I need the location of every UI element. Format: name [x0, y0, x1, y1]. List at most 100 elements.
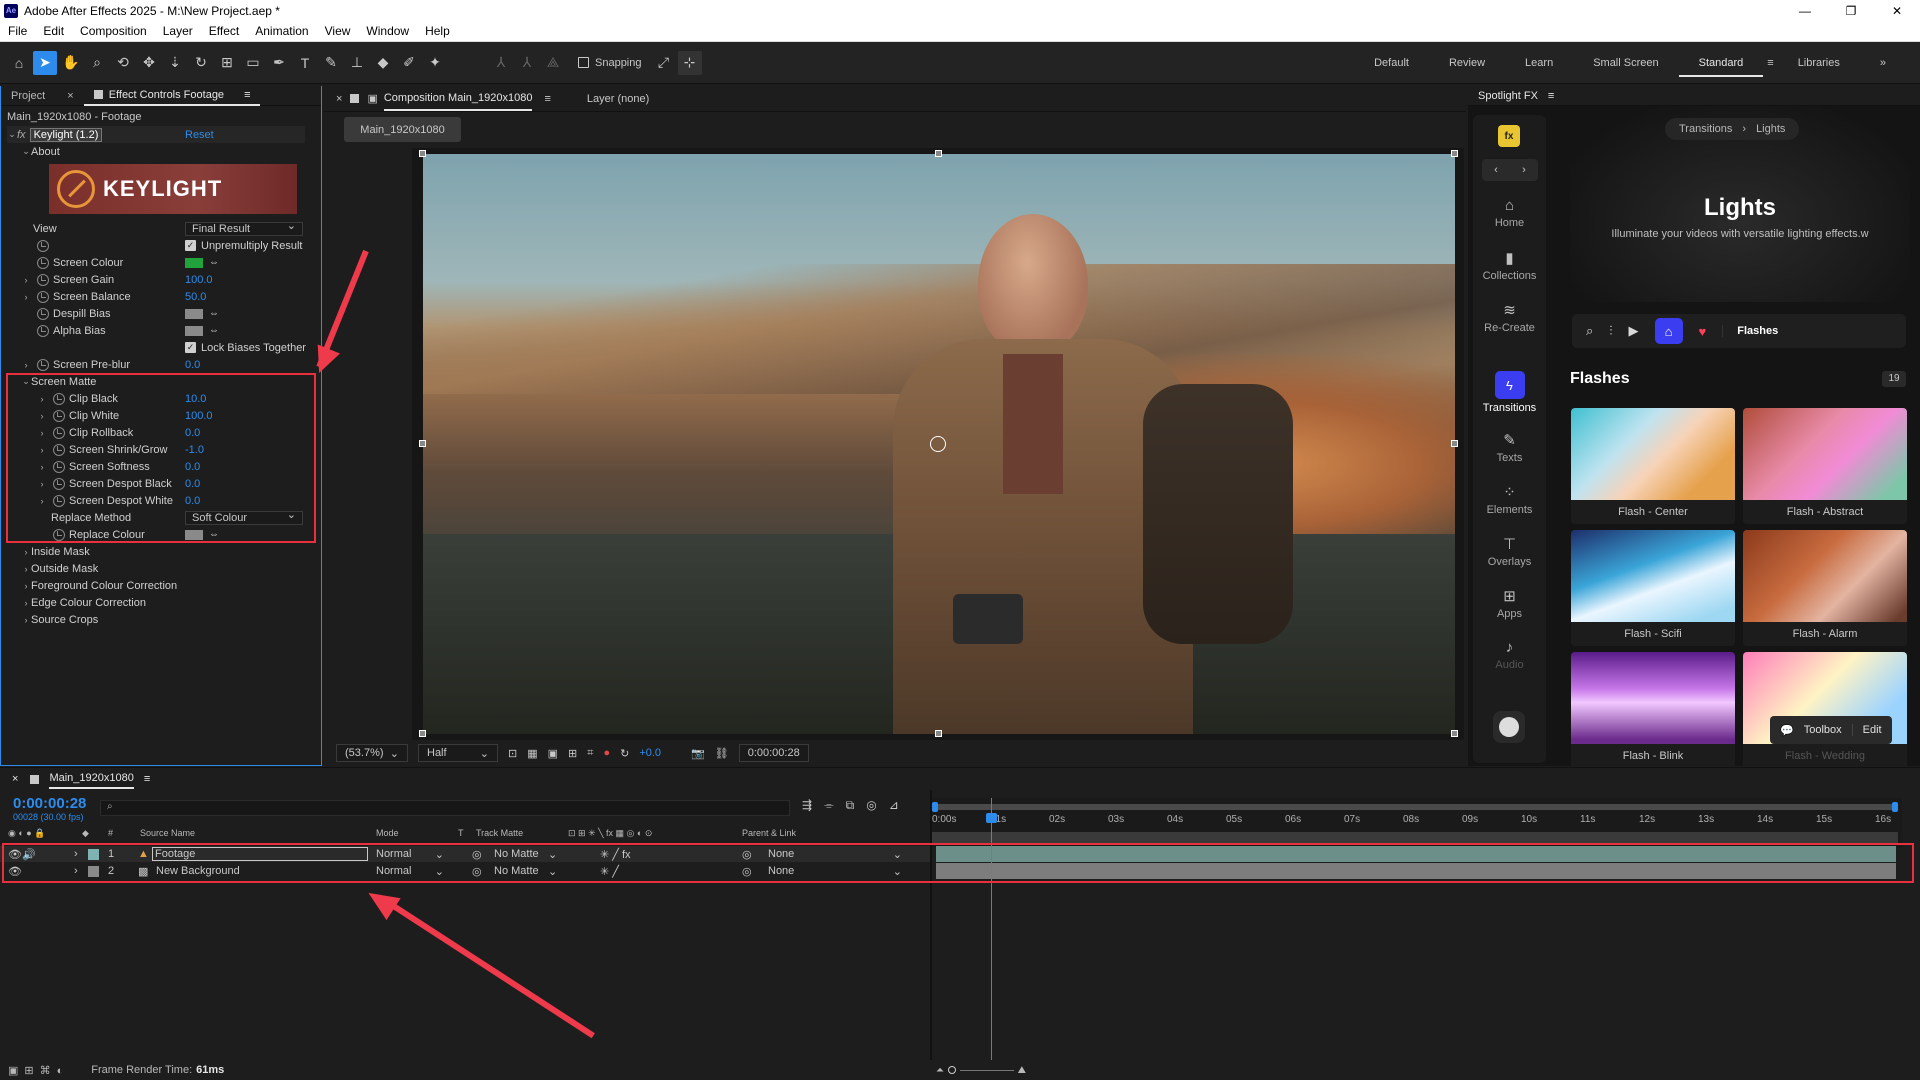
screen-matte-row[interactable]: ⌄ Screen Matte	[7, 373, 321, 390]
work-area-range[interactable]	[932, 832, 1898, 844]
transform-handle[interactable]	[419, 440, 426, 447]
parent-pickwhip-icon[interactable]: ◎	[742, 865, 752, 878]
transform-handle[interactable]	[419, 150, 426, 157]
workspace-default[interactable]: Default	[1354, 57, 1429, 69]
transform-handle[interactable]	[1451, 150, 1458, 157]
anchor-point-icon[interactable]	[930, 436, 946, 452]
nav-texts[interactable]: ✎ Texts	[1473, 431, 1546, 464]
stopwatch-icon[interactable]	[53, 426, 65, 439]
stopwatch-icon[interactable]	[53, 409, 65, 422]
tab-close-icon[interactable]: ×	[12, 773, 18, 785]
mask-visibility-icon[interactable]: ▣	[548, 747, 558, 760]
workspace-review[interactable]: Review	[1429, 57, 1505, 69]
sliders-icon[interactable]: ⫶	[1609, 323, 1612, 339]
hand-tool-icon[interactable]: ✋	[59, 51, 83, 75]
stopwatch-icon[interactable]	[37, 358, 49, 371]
track-matte-pickwhip-icon[interactable]: ◎	[472, 865, 482, 878]
effect-row-keylight[interactable]: ⌄ fx Keylight (1.2) Reset	[7, 126, 305, 143]
nav-apps[interactable]: ⊞ Apps	[1473, 587, 1546, 620]
stopwatch-icon[interactable]	[53, 477, 65, 490]
play-icon[interactable]: ▶	[1629, 323, 1639, 339]
despill-bias-swatch[interactable]	[185, 308, 203, 319]
track-matte-pickwhip-icon[interactable]: ◎	[472, 848, 482, 861]
breadcrumb-transitions[interactable]: Transitions	[1679, 123, 1732, 135]
graph-editor-icon[interactable]: ⊿	[889, 798, 899, 813]
replace-method-dropdown[interactable]: Soft Colour	[185, 509, 303, 525]
viewer-timecode[interactable]: 0:00:00:28	[738, 744, 809, 762]
snapshot-icon[interactable]: 📷	[691, 747, 705, 760]
tab-close-icon[interactable]: ×	[67, 90, 73, 102]
visibility-eye-icon[interactable]: 👁	[8, 848, 22, 861]
transform-handle[interactable]	[1451, 440, 1458, 447]
filter-label[interactable]: Flashes	[1722, 325, 1778, 337]
effect-thumbnail[interactable]: Flash - Abstract	[1743, 408, 1907, 524]
tab-project[interactable]: Project ×	[1, 86, 84, 106]
menu-window[interactable]: Window	[358, 24, 417, 38]
work-area-bar[interactable]	[932, 804, 1898, 810]
label-color-swatch[interactable]	[88, 865, 99, 877]
effect-thumbnail[interactable]: Flash - Blink	[1571, 652, 1735, 768]
nav-transitions[interactable]: ϟ Transitions	[1473, 371, 1546, 414]
screen-gain-value[interactable]: 100.0	[185, 274, 213, 286]
layer-name[interactable]: New Background	[156, 865, 240, 877]
layer-switches[interactable]: ✳ ╱	[600, 865, 619, 878]
tab-layer[interactable]: Layer (none)	[587, 93, 649, 105]
parent-pickwhip-icon[interactable]: ◎	[742, 848, 752, 861]
layer-duration-bar[interactable]	[936, 863, 1896, 879]
replace-colour-swatch[interactable]	[185, 529, 203, 540]
timeline-tab[interactable]: Main_1920x1080	[49, 769, 134, 789]
layer-row[interactable]: 👁 🔊 › 1 ▲ Footage Normal ⌄ ◎ No Matte ⌄ ✳…	[0, 846, 930, 862]
matte-row-value[interactable]: 0.0	[185, 427, 200, 439]
group-row[interactable]: › Foreground Colour Correction	[7, 577, 321, 594]
pan-behind-icon[interactable]: ⊞	[215, 51, 239, 75]
alpha-bias-swatch[interactable]	[185, 325, 203, 336]
workspace-small-screen[interactable]: Small Screen	[1573, 57, 1678, 69]
current-time[interactable]: 0:00:00:28	[13, 795, 86, 812]
eyedropper-icon[interactable]: ⇔	[209, 257, 219, 268]
snap-edge-icon[interactable]: ⤢	[652, 51, 676, 75]
pen-tool-icon[interactable]: ✒	[267, 51, 291, 75]
chevron-right-icon[interactable]: ›	[37, 411, 47, 421]
label-color-swatch[interactable]	[88, 848, 99, 860]
exposure-value[interactable]: +0.0	[639, 747, 661, 759]
chevron-down-icon[interactable]: ⌄	[21, 376, 31, 387]
matte-row-value[interactable]: -1.0	[185, 444, 204, 456]
menu-composition[interactable]: Composition	[72, 24, 155, 38]
stopwatch-icon[interactable]	[53, 494, 65, 507]
screen-colour-swatch[interactable]	[185, 257, 203, 268]
chevron-right-icon[interactable]: ›	[21, 564, 31, 574]
stopwatch-icon[interactable]	[53, 443, 65, 456]
toolbox-button[interactable]: Toolbox	[1804, 724, 1842, 736]
reset-link[interactable]: Reset	[185, 129, 214, 141]
roto-brush-icon[interactable]: ✐	[397, 51, 421, 75]
fx-icon[interactable]: fx	[17, 129, 26, 141]
workspace-libraries[interactable]: Libraries	[1778, 57, 1860, 69]
nav-elements[interactable]: ⁘ Elements	[1473, 483, 1546, 516]
zoom-slider[interactable]: ⏶ ⛰	[936, 1065, 1026, 1076]
rectangle-tool-icon[interactable]: ▭	[241, 51, 265, 75]
forward-icon[interactable]: ›	[1522, 164, 1526, 176]
snapping-toggle[interactable]: Snapping	[578, 57, 642, 69]
matte-row-value[interactable]: 0.0	[185, 495, 200, 507]
motion-blur-icon[interactable]: ◎	[866, 798, 876, 813]
effect-thumbnail[interactable]: Flash - Center	[1571, 408, 1735, 524]
screen-preblur-value[interactable]: 0.0	[185, 359, 200, 371]
spotlight-title[interactable]: Spotlight FX	[1478, 90, 1538, 102]
transform-handle[interactable]	[935, 730, 942, 737]
snapping-checkbox[interactable]	[578, 57, 589, 68]
stopwatch-icon[interactable]	[37, 290, 49, 303]
chevron-right-icon[interactable]: ›	[21, 615, 31, 625]
heart-icon[interactable]: ♥	[1699, 324, 1707, 339]
region-of-interest-icon[interactable]: ⊡	[508, 747, 517, 760]
chevron-right-icon[interactable]: ›	[21, 292, 31, 302]
group-row[interactable]: › Edge Colour Correction	[7, 594, 321, 611]
axis-world-icon[interactable]: ⅄	[515, 51, 539, 75]
panel-menu-icon[interactable]: ≡	[544, 93, 550, 105]
layer-switches[interactable]: ✳ ╱ fx	[600, 848, 631, 861]
tab-close-icon[interactable]: ×	[336, 93, 342, 105]
type-tool-icon[interactable]: T	[293, 51, 317, 75]
color-channels-icon[interactable]: ●	[603, 747, 610, 759]
lock-icon[interactable]	[350, 94, 360, 103]
transparency-grid-icon[interactable]: ▦	[527, 747, 537, 760]
transform-handle[interactable]	[1451, 730, 1458, 737]
